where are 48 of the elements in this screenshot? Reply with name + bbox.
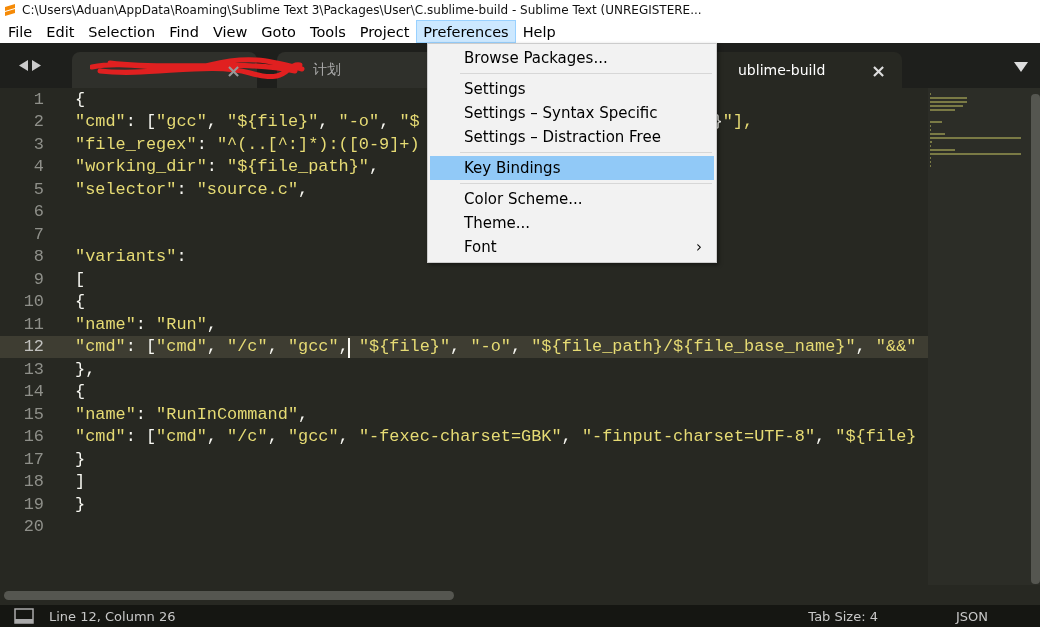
dropdown-icon[interactable] xyxy=(1014,62,1028,72)
menu-entry[interactable]: Font › xyxy=(430,235,714,259)
code-line: ] xyxy=(75,472,86,492)
menu-entry[interactable]: Key Bindings xyxy=(430,156,714,180)
code-line: "name": "Run", xyxy=(75,314,217,334)
menu-item[interactable]: Preferences xyxy=(416,20,516,43)
menu-item[interactable]: Find xyxy=(162,20,206,43)
scrollbar-thumb[interactable] xyxy=(1030,94,1040,584)
close-icon[interactable]: × xyxy=(870,59,886,81)
cursor-position: Line 12, Column 26 xyxy=(49,608,176,624)
menu-item[interactable]: View xyxy=(205,20,255,43)
menu-item[interactable]: File xyxy=(1,20,40,43)
code-line: { xyxy=(75,292,86,312)
panel-icon[interactable] xyxy=(14,608,34,624)
menu-entry[interactable]: Settings – Distraction Free xyxy=(430,125,714,149)
code-line: { xyxy=(75,89,86,109)
tab-label: ublime-build xyxy=(738,62,827,78)
code-line: "cmd": ["gcc", "${file}", "-o", "$ xyxy=(75,112,420,132)
menu-item[interactable]: Tools xyxy=(303,20,353,43)
code-line: "cmd": ["cmd", "/c", "gcc", "${file}", "-o", "${file_path}/${file_base_name}", "&&" xyxy=(75,337,917,357)
code-line: "cmd": ["cmd", "/c", "gcc", "-fexec-charset=GBK", "-finput-charset=UTF-8", "${file} xyxy=(75,427,917,447)
code-line: "working_dir": "${file_path}", xyxy=(75,157,380,177)
menu-item[interactable]: Selection xyxy=(81,20,163,43)
back-icon[interactable] xyxy=(19,60,28,71)
tab-size[interactable]: Tab Size: 4 xyxy=(808,608,878,624)
code-line: } xyxy=(75,449,86,469)
code-line: "name": "RunInCommand", xyxy=(75,404,309,424)
menu-item[interactable]: Help xyxy=(515,20,563,43)
code-line: }, xyxy=(75,359,96,379)
tab-label: 计划 xyxy=(313,61,342,79)
window-title: C:\Users\Aduan\AppData\Roaming\Sublime Text 3\Packages\User\C.sublime-build - Sublime Text (UNREGISTERE... xyxy=(22,3,702,17)
menu-entry[interactable]: Color Scheme... xyxy=(430,187,714,211)
menu-entry[interactable]: Theme... xyxy=(430,211,714,235)
menu-item[interactable]: Goto xyxy=(254,20,303,43)
code-line: "file_regex": "^(..[^:]*):([0-9]+) xyxy=(75,134,420,154)
app-icon xyxy=(4,4,16,16)
code-line: { xyxy=(75,382,86,402)
menu-item[interactable]: Edit xyxy=(39,20,82,43)
forward-icon[interactable] xyxy=(32,60,41,71)
code-line: } xyxy=(75,494,86,514)
code-line: "selector": "source.c", xyxy=(75,179,309,199)
menu-entry[interactable]: Settings – Syntax Specific xyxy=(430,101,714,125)
submenu-arrow-icon: › xyxy=(696,238,702,256)
syntax-label[interactable]: JSON xyxy=(955,608,988,624)
code-line: "variants": xyxy=(75,247,187,267)
scrollbar-thumb[interactable] xyxy=(4,590,454,600)
code-line: [ xyxy=(75,269,86,289)
menu-item[interactable]: Project xyxy=(352,20,417,43)
